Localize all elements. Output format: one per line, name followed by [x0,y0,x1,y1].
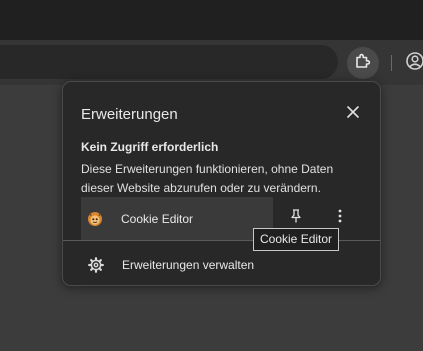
pin-button[interactable] [287,208,305,228]
extensions-button[interactable] [347,47,379,79]
profile-icon [405,51,423,76]
close-button[interactable] [343,104,363,124]
popup-title: Erweiterungen [81,106,178,123]
extension-menu-button[interactable] [331,209,349,227]
extension-item-cookie-editor[interactable]: Cookie Editor [81,197,273,240]
section-title: Kein Zugriff erforderlich [81,140,219,154]
toolbar-separator [391,55,392,71]
address-bar[interactable] [0,45,338,79]
extension-name: Cookie Editor [121,211,194,226]
gear-icon [87,256,105,274]
puzzle-icon [354,52,372,75]
profile-button[interactable] [405,47,423,79]
cookie-icon [87,211,103,227]
more-vert-icon [338,209,342,228]
section-description: Diese Erweiterungen funktionieren, ohne … [81,162,334,195]
manage-extensions-label: Erweiterungen verwalten [122,258,255,272]
manage-extensions-button[interactable]: Erweiterungen verwalten [63,248,380,282]
extensions-popup: Erweiterungen Kein Zugriff erforderlich … [62,81,381,286]
tooltip: Cookie Editor [253,228,340,251]
pin-icon [290,208,302,228]
close-icon [347,105,359,123]
tab-strip [0,0,423,40]
